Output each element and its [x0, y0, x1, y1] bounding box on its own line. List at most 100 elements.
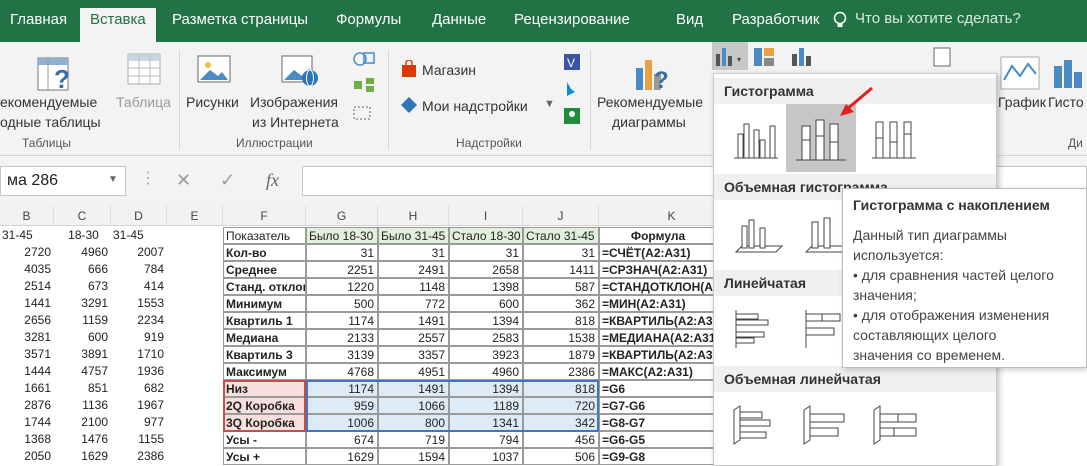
table-cell[interactable]: 2133	[306, 329, 378, 346]
cell[interactable]: 1159	[54, 312, 111, 329]
cell[interactable]: 600	[54, 329, 111, 346]
cell[interactable]: 977	[111, 414, 167, 431]
recommended-pivot-label-2[interactable]: одные таблицы	[0, 112, 101, 132]
table-cell[interactable]: 4768	[306, 363, 378, 380]
tab-formulas[interactable]: Формулы	[326, 10, 411, 42]
cell[interactable]: 1629	[54, 448, 111, 465]
cell[interactable]: 1744	[0, 414, 54, 431]
table-cell[interactable]: Максимум	[223, 363, 306, 380]
table-cell[interactable]: =МЕДИАНА(A2:A31)	[599, 329, 715, 346]
table-cell[interactable]: 2491	[378, 261, 449, 278]
table-header-cell[interactable]: Было 31-45	[378, 227, 449, 244]
tab-data[interactable]: Данные	[422, 10, 496, 42]
cell[interactable]: 1476	[54, 431, 111, 448]
table-cell[interactable]: =G6-G5	[599, 431, 715, 448]
cell[interactable]: 1368	[0, 431, 54, 448]
store-button[interactable]: Магазин	[422, 60, 476, 80]
table-cell[interactable]: 1174	[306, 312, 378, 329]
table-cell[interactable]: 1629	[306, 448, 378, 465]
cell[interactable]: 1936	[111, 363, 167, 380]
table-cell[interactable]: 31	[306, 244, 378, 261]
cell[interactable]: 3571	[0, 346, 54, 363]
table-cell[interactable]: 500	[306, 295, 378, 312]
recommended-charts-label-2[interactable]: диаграммы	[612, 112, 686, 132]
table-cell[interactable]: =G9-G8	[599, 448, 715, 465]
cell[interactable]: 3291	[54, 295, 111, 312]
cell[interactable]: 3281	[0, 329, 54, 346]
chevron-down-icon[interactable]: ▼	[544, 98, 555, 110]
cell[interactable]: 1441	[0, 295, 54, 312]
online-pictures-label-2[interactable]: из Интернета	[252, 112, 339, 132]
table-cell[interactable]: 719	[378, 431, 449, 448]
people-graph-icon[interactable]	[562, 106, 582, 129]
column-chart-button[interactable]: ▾	[712, 42, 748, 70]
cell[interactable]: 2720	[0, 244, 54, 261]
table-cell[interactable]: Медиана	[223, 329, 306, 346]
cell[interactable]: 666	[54, 261, 111, 278]
table-cell[interactable]: Квартиль 3	[223, 346, 306, 363]
table-header-cell[interactable]: Формула	[599, 227, 715, 244]
tab-developer[interactable]: Разработчик	[722, 10, 829, 42]
cell-header[interactable]: 31-45	[111, 227, 167, 244]
tab-view[interactable]: Вид	[666, 10, 713, 42]
3d-stacked-bar-icon[interactable]	[798, 404, 854, 451]
table-cell[interactable]: 2557	[378, 329, 449, 346]
table-cell[interactable]: =МИН(A2:A31)	[599, 295, 715, 312]
recommended-charts-label-1[interactable]: Рекомендуемые	[597, 92, 703, 112]
table-cell[interactable]: =G7-G6	[599, 397, 715, 414]
table-button[interactable]: Таблица	[116, 92, 171, 112]
cell[interactable]: 1661	[0, 380, 54, 397]
table-cell[interactable]: 3923	[449, 346, 523, 363]
cell[interactable]: 784	[111, 261, 167, 278]
table-cell[interactable]: =КВАРТИЛЬ(A2:A31;	[599, 312, 715, 329]
clustered-column-icon[interactable]	[728, 112, 784, 164]
table-cell[interactable]: =G6	[599, 380, 715, 397]
3d-clustered-column-icon[interactable]	[728, 208, 784, 263]
table-cell[interactable]: Усы +	[223, 448, 306, 465]
cell[interactable]: 1155	[111, 431, 167, 448]
table-cell[interactable]: 2583	[449, 329, 523, 346]
table-cell[interactable]: 4951	[378, 363, 449, 380]
table-cell[interactable]: 1491	[378, 312, 449, 329]
cell[interactable]: 1967	[111, 397, 167, 414]
cell[interactable]: 2656	[0, 312, 54, 329]
table-cell[interactable]: 772	[378, 295, 449, 312]
cell[interactable]: 4757	[54, 363, 111, 380]
table-cell[interactable]: 1220	[306, 278, 378, 295]
histogram-label[interactable]: Гисто	[1048, 92, 1084, 112]
table-cell[interactable]: Станд. отклон	[223, 278, 306, 295]
cell[interactable]: 682	[111, 380, 167, 397]
table-header-cell[interactable]: Показатель	[223, 227, 306, 244]
table-header-cell[interactable]: Было 18-30	[306, 227, 378, 244]
table-cell[interactable]: 506	[523, 448, 599, 465]
table-header-cell[interactable]: Стало 31-45	[523, 227, 599, 244]
column-header[interactable]: F	[223, 206, 306, 226]
shapes-icon[interactable]	[352, 50, 378, 71]
column-header[interactable]: G	[306, 206, 378, 226]
cell[interactable]: 1553	[111, 295, 167, 312]
table-cell[interactable]: =КВАРТИЛЬ(A2:A31;	[599, 346, 715, 363]
cell[interactable]: 2386	[111, 448, 167, 465]
table-cell[interactable]: 3357	[378, 346, 449, 363]
table-cell[interactable]: =G8-G7	[599, 414, 715, 431]
table-cell[interactable]: =МАКС(A2:A31)	[599, 363, 715, 380]
table-cell[interactable]: 1398	[449, 278, 523, 295]
tab-insert[interactable]: Вставка	[80, 8, 156, 42]
table-cell[interactable]: =СРЗНАЧ(A2:A31)	[599, 261, 715, 278]
table-cell[interactable]: Минимум	[223, 295, 306, 312]
insert-function-button[interactable]: fx	[266, 170, 279, 191]
bing-icon[interactable]	[562, 80, 582, 103]
3d-stacked-100-bar-icon[interactable]	[868, 404, 924, 451]
table-cell[interactable]: 2251	[306, 261, 378, 278]
table-cell[interactable]: 818	[523, 312, 599, 329]
cell[interactable]: 2100	[54, 414, 111, 431]
table-cell[interactable]: 1879	[523, 346, 599, 363]
cell[interactable]: 1136	[54, 397, 111, 414]
tell-me-search[interactable]: Что вы хотите сделать?	[855, 10, 1021, 27]
cell[interactable]: 2514	[0, 278, 54, 295]
cell[interactable]: 1444	[0, 363, 54, 380]
tab-page-layout[interactable]: Разметка страницы	[162, 10, 318, 42]
table-cell[interactable]: 794	[449, 431, 523, 448]
screenshot-icon[interactable]	[352, 104, 378, 125]
table-cell[interactable]: 1037	[449, 448, 523, 465]
